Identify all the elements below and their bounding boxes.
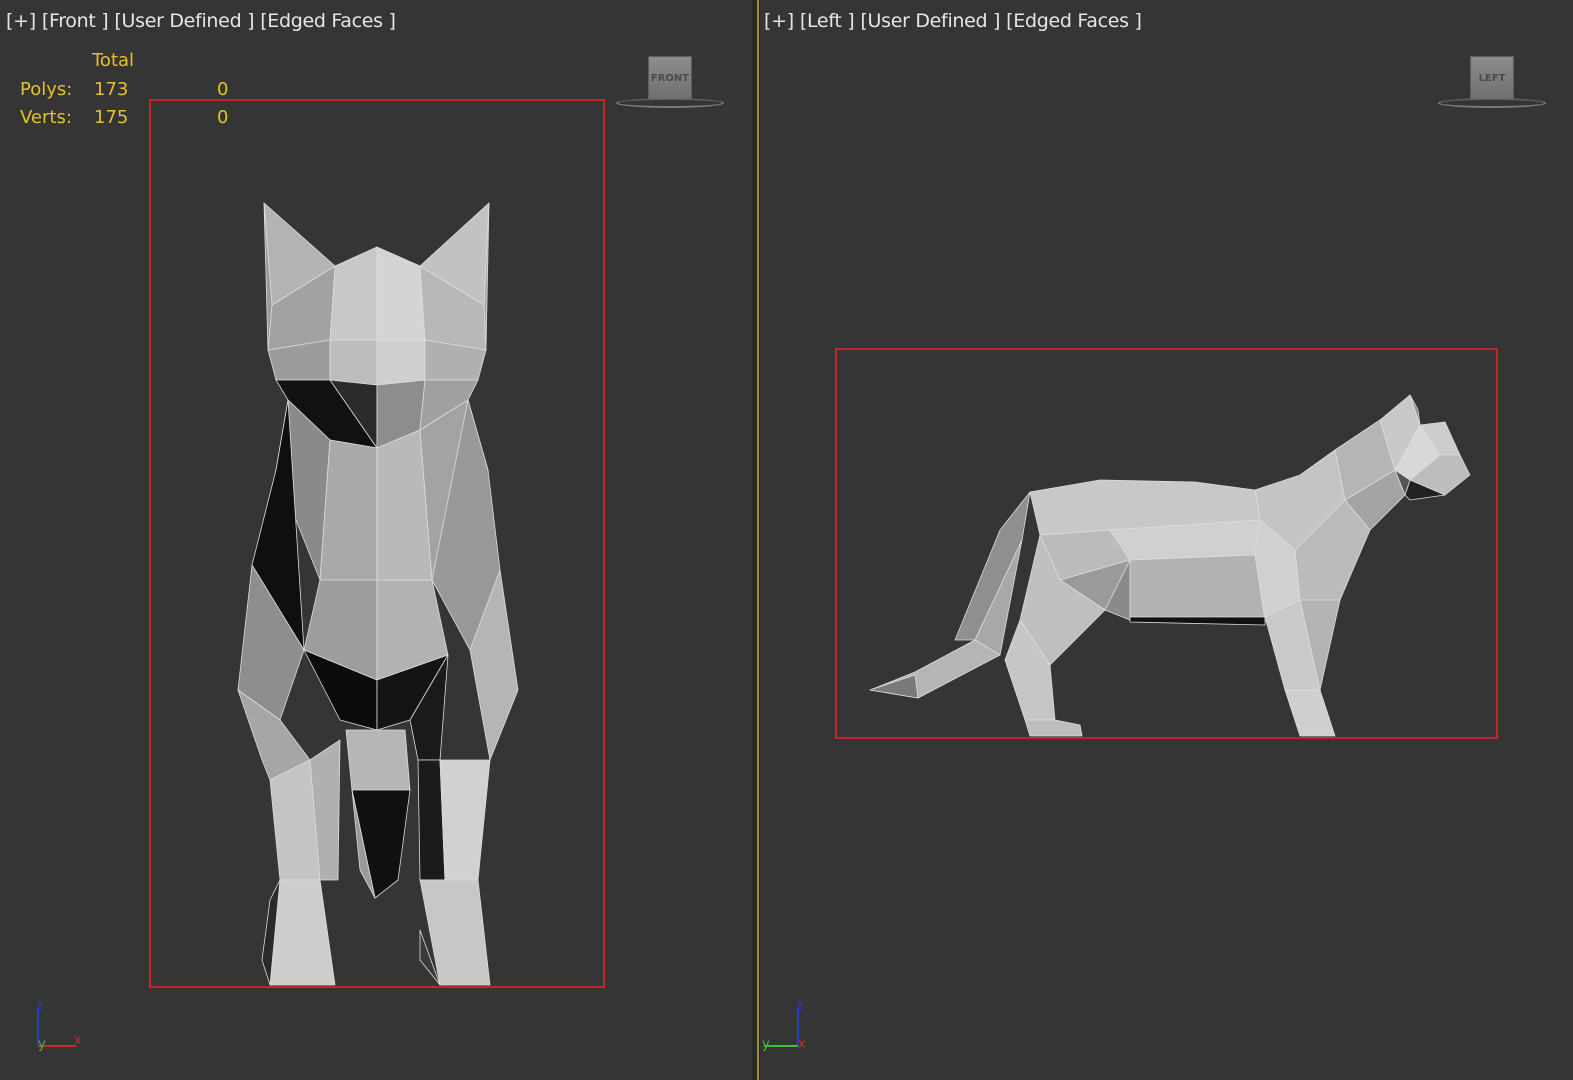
front-viewport[interactable]: [+] [Front ] [User Defined ] [Edged Faces ]… (0, 0, 752, 1080)
active-viewport-border (757, 0, 759, 1080)
cat-mesh-front[interactable] (237, 202, 519, 986)
left-scene[interactable] (760, 0, 1573, 1080)
front-scene[interactable] (0, 0, 752, 1080)
axis-z-label: z (36, 998, 43, 1013)
viewport-divider[interactable] (752, 0, 760, 1080)
axis-y-label: y (762, 1037, 770, 1052)
3d-viewport-layout: [+] [Front ] [User Defined ] [Edged Faces ]… (0, 0, 1573, 1080)
axis-x-label: x (74, 1033, 82, 1048)
axis-x-label: x (798, 1037, 806, 1052)
left-viewport[interactable]: [+] [Left ] [User Defined ] [Edged Faces ] … (760, 0, 1573, 1080)
cat-mesh-side[interactable] (869, 394, 1471, 737)
axis-y-label: y (38, 1037, 46, 1052)
axis-tripod-front: z x y (36, 998, 82, 1052)
axis-z-label: z (796, 998, 803, 1013)
axis-tripod-left: z y x (762, 998, 806, 1052)
